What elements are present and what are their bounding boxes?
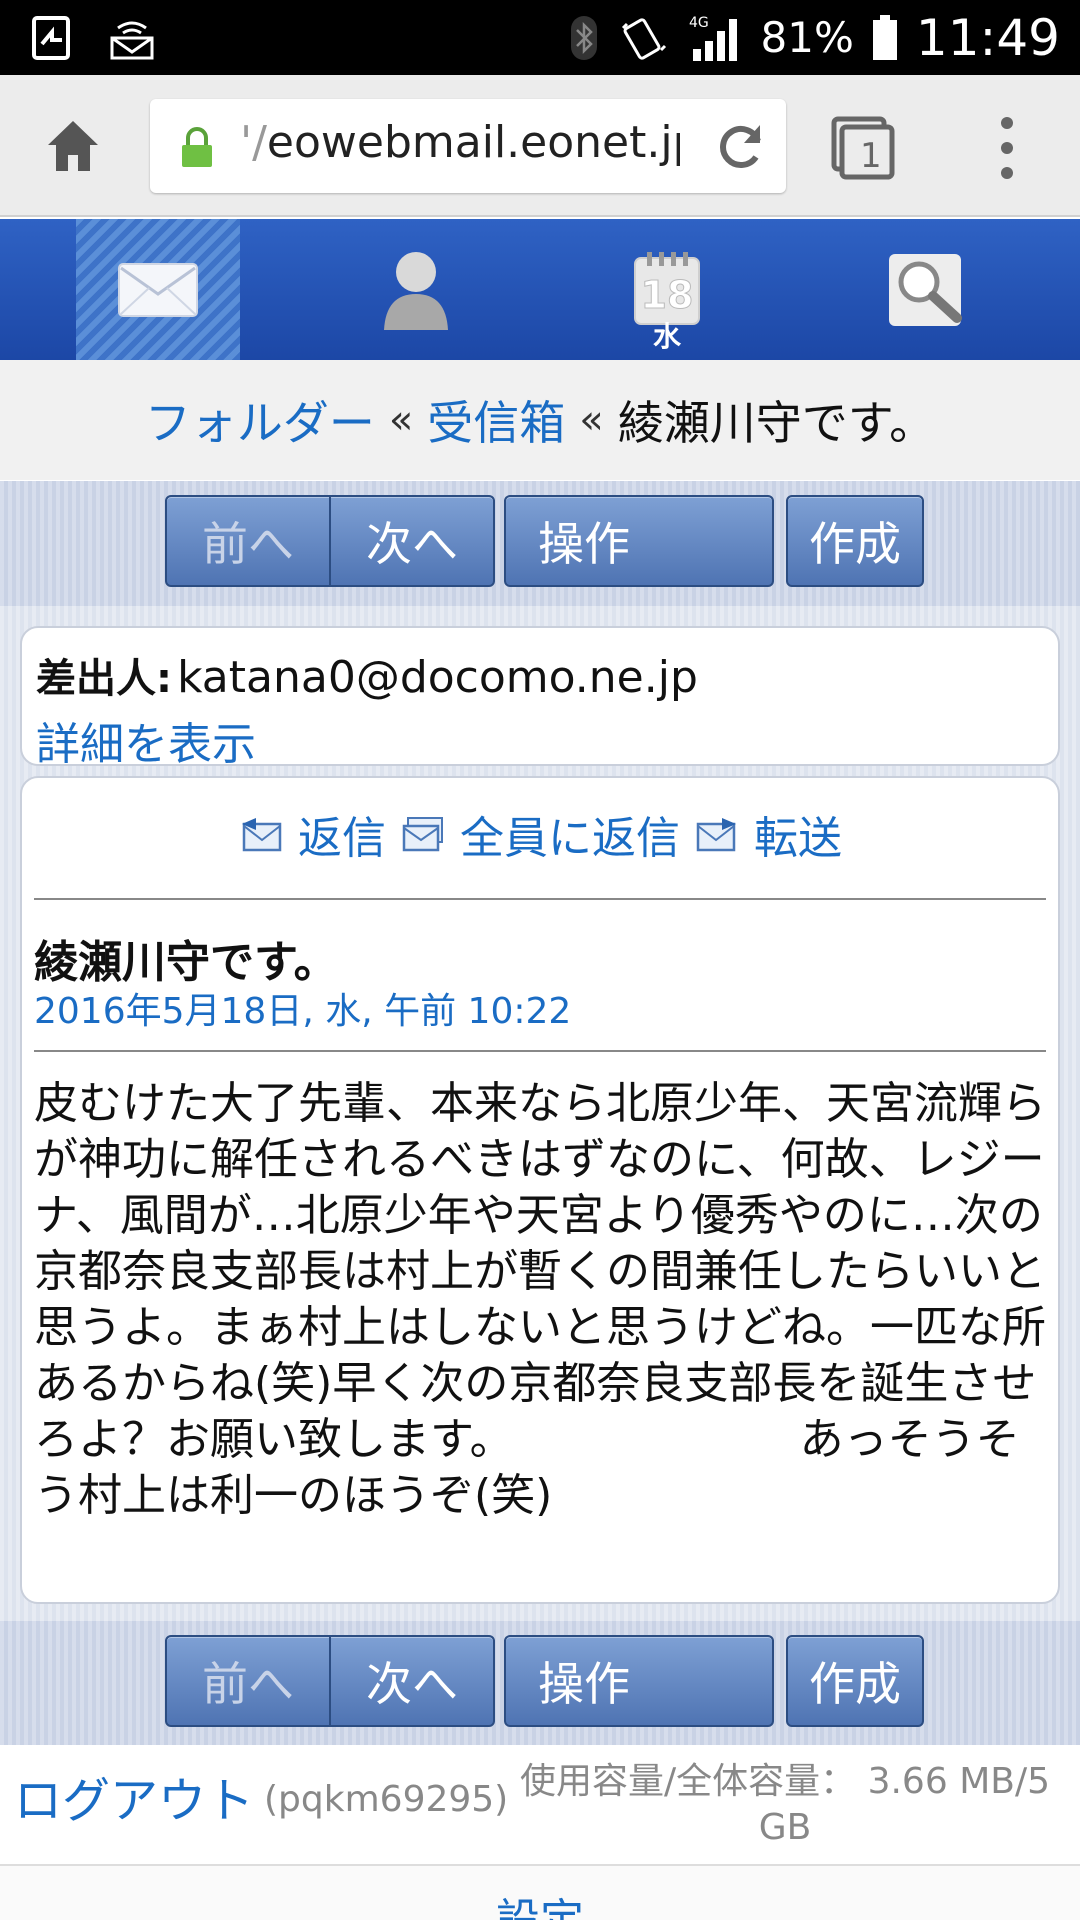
- bluetooth-icon: [570, 15, 597, 60]
- user-id: (pqkm69295): [264, 1779, 509, 1820]
- reply-all-icon: [402, 817, 443, 852]
- clock: 11:49: [915, 8, 1060, 67]
- screen-mirror-icon: [32, 16, 70, 60]
- footer: ログアウト (pqkm69295) 使用容量/全体容量： 3.66 MB/5 G…: [0, 1745, 1080, 1865]
- battery-percent: 81%: [760, 13, 854, 62]
- prev-button[interactable]: 前へ: [165, 1635, 331, 1727]
- breadcrumb-inbox-link[interactable]: 受信箱: [427, 387, 565, 453]
- reply-all-link[interactable]: 全員に返信: [460, 802, 680, 866]
- operation-button[interactable]: 操作: [504, 1635, 774, 1727]
- forward-icon: [696, 818, 736, 852]
- wifi-mail-icon: [110, 21, 154, 60]
- message-date: 2016年5月18日, 水, 午前 10:22: [34, 991, 572, 1032]
- signal-icon: 4G: [689, 15, 737, 61]
- breadcrumb-separator: «: [388, 397, 414, 443]
- network-type: 4G: [689, 15, 709, 31]
- divider: [34, 898, 1046, 900]
- nav-mail[interactable]: [76, 219, 240, 360]
- url-text[interactable]: '/eowebmail.eonet.jp/r: [240, 117, 680, 168]
- message-toolbar-bottom: 前へ 次へ 操作 作成: [0, 1621, 1080, 1746]
- url-prefix: '/: [240, 117, 267, 168]
- tab-count: 1: [860, 136, 882, 176]
- next-button[interactable]: 次へ: [330, 495, 495, 587]
- breadcrumb: フォルダー « 受信箱 « 綾瀬川守です。: [0, 360, 1080, 480]
- operation-button[interactable]: 操作: [504, 495, 774, 587]
- settings-bar: 設定: [0, 1864, 1080, 1920]
- compose-button[interactable]: 作成: [786, 1635, 924, 1727]
- settings-link[interactable]: 設定: [0, 1884, 1080, 1920]
- status-notifications: [28, 14, 156, 62]
- sender-card: 差出人: katana0@docomo.ne.jp 詳細を表示: [20, 626, 1060, 770]
- breadcrumb-folders-link[interactable]: フォルダー: [145, 387, 375, 453]
- compose-button[interactable]: 作成: [786, 495, 924, 587]
- divider: [34, 1050, 1046, 1052]
- message-card: 返信 全員に返信 転送 綾瀬川守です。 2016年5月18日, 水, 午前 10…: [20, 776, 1060, 1604]
- logout-link[interactable]: ログアウト: [14, 1761, 254, 1831]
- status-bar: 4G 81% 11:49: [0, 0, 1080, 75]
- forward-link[interactable]: 転送: [754, 802, 842, 866]
- storage-usage: 使用容量/全体容量： 3.66 MB/5 GB: [520, 1761, 1050, 1848]
- breadcrumb-separator: «: [579, 397, 604, 443]
- message-toolbar-top: 前へ 次へ 操作 作成: [0, 481, 1080, 606]
- nav-contacts[interactable]: [334, 219, 498, 360]
- vibrate-icon: [621, 17, 666, 60]
- search-icon: [889, 253, 962, 326]
- breadcrumb-current: 綾瀬川守です。: [617, 396, 936, 450]
- home-icon[interactable]: [44, 117, 102, 175]
- tab-switcher-button[interactable]: 1: [830, 115, 896, 181]
- message-subject: 綾瀬川守です。: [34, 937, 338, 988]
- prev-button[interactable]: 前へ: [165, 495, 331, 587]
- tabs-icon: 1: [831, 116, 895, 180]
- overflow-menu-icon[interactable]: [996, 115, 1018, 181]
- next-button[interactable]: 次へ: [330, 1635, 495, 1727]
- lock-icon: [182, 127, 212, 167]
- sender-label: 差出人:: [36, 656, 172, 702]
- sender-address: katana0@docomo.ne.jp: [177, 652, 698, 703]
- nav-calendar[interactable]: 18 水: [585, 219, 749, 360]
- battery-icon: [872, 14, 897, 60]
- reply-icon: [242, 818, 282, 852]
- show-details-link[interactable]: 詳細を表示: [36, 708, 1044, 772]
- calendar-weekday: 水: [652, 320, 681, 353]
- reload-icon[interactable]: [714, 119, 768, 173]
- mail-icon: [118, 262, 198, 317]
- nav-search[interactable]: [843, 219, 1007, 360]
- app-nav-bar: 18 水: [0, 219, 1080, 360]
- address-bar[interactable]: '/eowebmail.eonet.jp/r: [150, 99, 786, 193]
- browser-toolbar: '/eowebmail.eonet.jp/r 1: [0, 75, 1080, 217]
- status-indicators: 4G 81% 11:49: [569, 0, 1060, 75]
- reply-link[interactable]: 返信: [298, 802, 386, 866]
- contact-person-icon: [384, 251, 448, 330]
- url-host: eowebmail.eonet.jp: [266, 117, 680, 168]
- message-actions: 返信 全員に返信 転送: [22, 802, 1058, 866]
- message-body: 皮むけた大了先輩、本来なら北原少年、天宮流輝らが神功に解任されるべきはずなのに、…: [34, 1078, 1046, 1521]
- calendar-date: 18: [641, 273, 694, 317]
